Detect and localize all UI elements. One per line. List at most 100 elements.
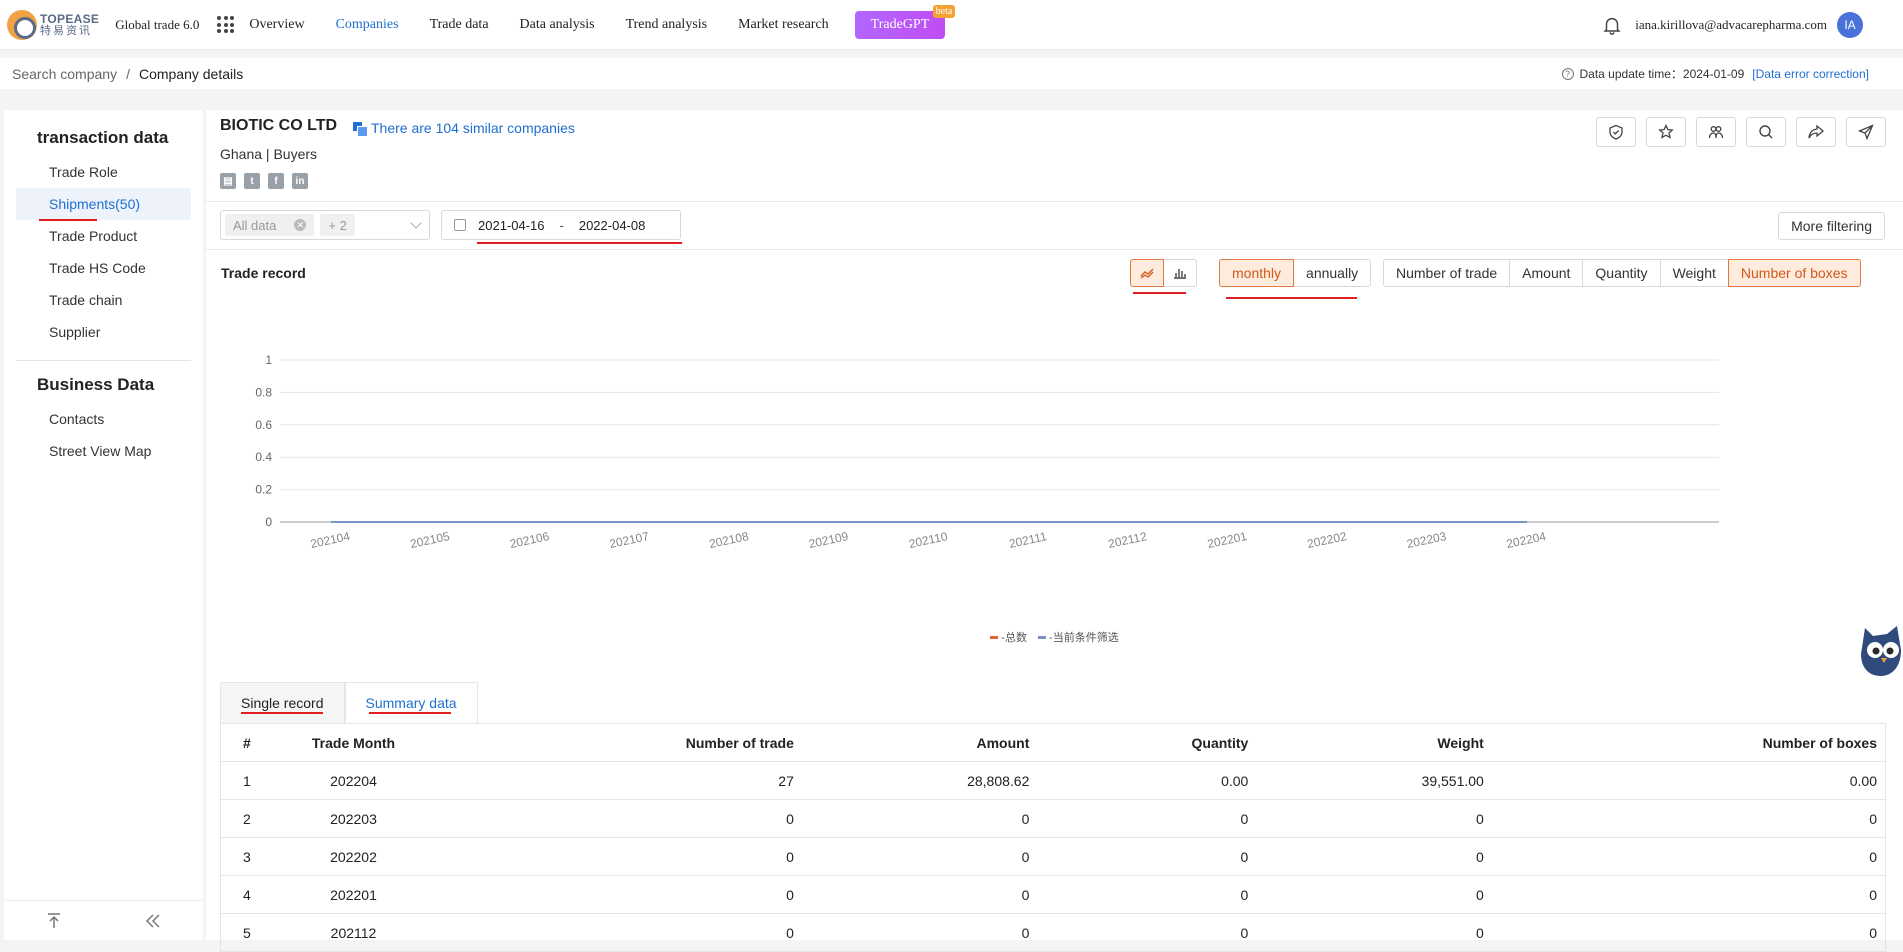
sidebar-item-trade-chain[interactable]: Trade chain [16, 284, 191, 316]
metric-number-of-boxes[interactable]: Number of boxes [1727, 259, 1861, 287]
close-icon[interactable]: ✕ [294, 219, 307, 231]
chevron-down-icon [410, 217, 422, 229]
y-tick-label: 0.2 [255, 483, 272, 497]
data-scope-select[interactable]: All data ✕ + 2 [220, 210, 430, 240]
col-quantity: Quantity [1037, 723, 1257, 762]
legend-item-filtered[interactable]: -当前条件筛选 [1038, 629, 1119, 645]
search-icon[interactable] [1746, 117, 1786, 147]
cell-index: 3 [220, 837, 279, 876]
metric-number-of-trade[interactable]: Number of trade [1383, 259, 1511, 287]
id-card-icon[interactable]: ▤ [220, 173, 236, 189]
main-nav: Overview Companies Trade data Data analy… [249, 17, 859, 33]
sidebar-item-trade-product[interactable]: Trade Product [16, 220, 191, 252]
avatar[interactable]: IA [1837, 11, 1863, 38]
sidebar-item-street-view-map[interactable]: Street View Map [16, 435, 191, 467]
assistant-mascot-icon[interactable] [1853, 620, 1903, 682]
nav-market-research[interactable]: Market research [738, 17, 829, 33]
sidebar-item-trade-hs-code[interactable]: Trade HS Code [16, 252, 191, 284]
sidebar-item-trade-role[interactable]: Trade Role [16, 156, 191, 188]
nav-trade-data[interactable]: Trade data [430, 17, 489, 33]
cell-weight: 0 [1256, 799, 1492, 838]
cell-quantity: 0 [1037, 875, 1257, 914]
sidebar-divider [16, 360, 191, 361]
nav-companies[interactable]: Companies [336, 17, 399, 33]
breadcrumb: Search company / Company details ? Data … [0, 58, 1903, 89]
legend-item-total[interactable]: -总数 [990, 629, 1027, 645]
date-end[interactable]: 2022-04-08 [579, 218, 646, 233]
metric-quantity[interactable]: Quantity [1582, 259, 1661, 287]
sidebar-item-contacts[interactable]: Contacts [16, 403, 191, 435]
shield-icon[interactable] [1596, 117, 1636, 147]
legend-label-total: -总数 [1001, 632, 1027, 644]
star-icon[interactable] [1646, 117, 1686, 147]
metric-toggle: Number of trade Amount Quantity Weight N… [1383, 259, 1861, 287]
sidebar-item-supplier[interactable]: Supplier [16, 316, 191, 348]
cell-quantity: 0 [1037, 799, 1257, 838]
cell-trade-month: 202203 [278, 799, 429, 838]
cell-number-of-boxes: 0.00 [1491, 761, 1886, 800]
chart-legend: -总数 -当前条件筛选 [206, 629, 1903, 645]
company-detail-panel: BIOTIC CO LTD There are 104 similar comp… [206, 110, 1903, 952]
app-grid-icon[interactable] [217, 16, 235, 33]
x-tick-label: 202110 [908, 529, 950, 551]
top-nav-bar: TOPEASE 特易资讯 Global trade 6.0 Overview C… [0, 0, 1903, 50]
cell-weight: 0 [1256, 837, 1492, 876]
send-icon[interactable] [1846, 117, 1886, 147]
period-annually[interactable]: annually [1293, 259, 1372, 287]
annotation-underline [369, 712, 451, 714]
contacts-icon[interactable] [1696, 117, 1736, 147]
share-icon[interactable] [1796, 117, 1836, 147]
similar-companies-link[interactable]: There are 104 similar companies [353, 120, 575, 137]
x-tick-label: 202108 [708, 529, 750, 551]
annotation-underline [477, 242, 682, 244]
logo-icon [7, 9, 37, 40]
breadcrumb-separator: / [126, 65, 130, 82]
filter-tag-label: All data [233, 217, 277, 233]
nav-overview[interactable]: Overview [249, 17, 304, 33]
col-index: # [220, 723, 279, 762]
sidebar-item-shipments[interactable]: Shipments(50) [16, 188, 191, 220]
cell-weight: 0 [1256, 913, 1492, 952]
topease-logo[interactable]: TOPEASE 特易资讯 [7, 9, 99, 40]
bar-chart-icon[interactable] [1163, 259, 1197, 287]
filter-tag[interactable]: All data ✕ [225, 214, 315, 236]
breadcrumb-search-company[interactable]: Search company [12, 66, 117, 82]
metric-weight[interactable]: Weight [1659, 259, 1729, 287]
collapse-sidebar-icon[interactable] [103, 901, 202, 941]
logo-line2: 特易资讯 [40, 24, 92, 37]
tradegpt-button[interactable]: TradeGPT beta [854, 4, 956, 39]
cell-quantity: 0 [1037, 913, 1257, 952]
annotation-underline [1133, 292, 1186, 294]
period-monthly[interactable]: monthly [1219, 259, 1295, 287]
metric-amount[interactable]: Amount [1509, 259, 1584, 287]
user-email[interactable]: iana.kirillova@advacarepharma.com [1635, 17, 1827, 33]
date-range-picker[interactable]: 2021-04-16 - 2022-04-08 [441, 210, 681, 240]
bell-icon[interactable] [1601, 14, 1623, 36]
cell-index: 5 [220, 913, 279, 952]
nav-data-analysis[interactable]: Data analysis [520, 17, 595, 33]
facebook-icon[interactable]: f [268, 173, 284, 189]
tab-single-record[interactable]: Single record [220, 682, 345, 723]
nav-trend-analysis[interactable]: Trend analysis [626, 17, 708, 33]
data-error-correction-link[interactable]: [Data error correction] [1752, 67, 1869, 81]
linkedin-icon[interactable]: in [292, 173, 308, 189]
tradegpt-label: TradeGPT [870, 16, 930, 32]
cell-trade-month: 202202 [278, 837, 429, 876]
back-to-top-icon[interactable] [4, 901, 103, 941]
line-chart-icon[interactable] [1130, 259, 1164, 287]
question-icon[interactable]: ? [1561, 67, 1574, 80]
filter-more-tag[interactable]: + 2 [320, 214, 355, 236]
table-row: 3 202202 0 0 0 0 0 [220, 837, 1886, 876]
table-row: 1 202204 27 28,808.62 0.00 39,551.00 0.00 [220, 761, 1886, 800]
period-toggle: monthly annually [1219, 259, 1372, 287]
date-start[interactable]: 2021-04-16 [478, 218, 545, 233]
y-tick-label: 0.6 [255, 418, 272, 432]
col-amount: Amount [801, 723, 1038, 762]
more-filtering-button[interactable]: More filtering [1778, 212, 1885, 240]
calendar-icon [454, 219, 466, 231]
y-tick-label: 0.8 [255, 385, 272, 399]
twitter-icon[interactable]: t [244, 173, 260, 189]
cell-number-of-boxes: 0 [1491, 913, 1886, 952]
trade-record-chart: 0 0.2 0.4 0.6 0.8 1 202104 202105 202106 202107 20… [255, 353, 1719, 551]
tab-summary-data[interactable]: Summary data [344, 682, 478, 723]
